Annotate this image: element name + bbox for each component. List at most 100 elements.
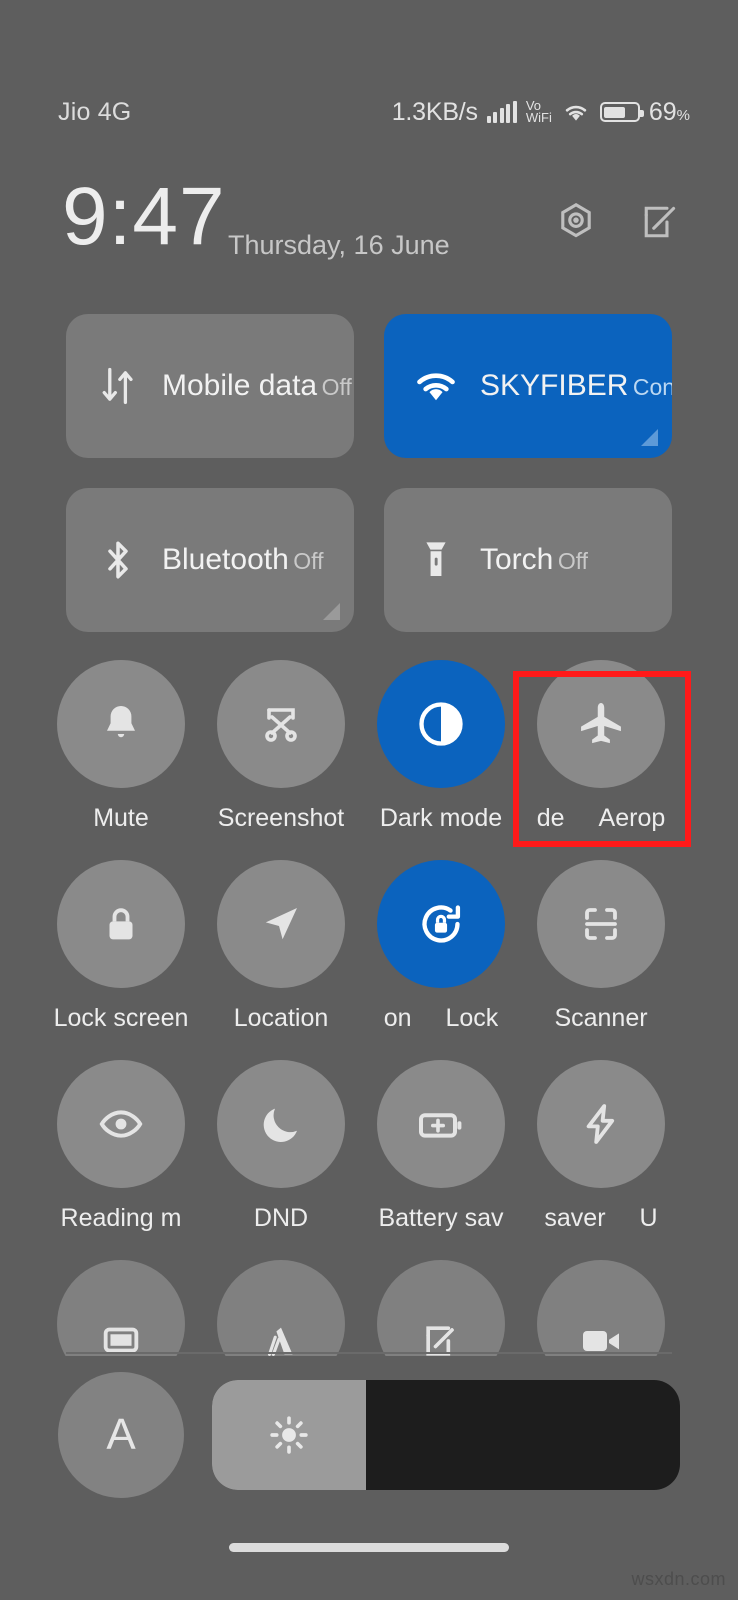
screenshot-scissors-icon (217, 660, 345, 788)
mute-label: Mute (93, 804, 149, 832)
tile-expand-corner[interactable] (323, 603, 340, 620)
rotation-lock-label-left: on (383, 1004, 412, 1032)
bell-icon (57, 660, 185, 788)
dnd-moon-icon (217, 1060, 345, 1188)
battery-icon (599, 102, 644, 122)
big-tile-row-2: Bluetooth Off Torch Off (66, 488, 672, 632)
torch-tile[interactable]: Torch Off (384, 488, 672, 632)
date-label: Thursday, 16 June (228, 230, 450, 260)
dnd-label: DND (253, 1204, 309, 1232)
big-tile-row-1: Mobile data Off SKYFIBER Connected (66, 314, 672, 458)
battery-saver-icon (377, 1060, 505, 1188)
network-speed-label: 1.3KB/s (391, 97, 478, 126)
rotation-lock-icon (377, 860, 505, 988)
aeroplane-label-left: de (536, 804, 565, 832)
mi-drive-toggle[interactable] (198, 1260, 364, 1356)
cast-screen-toggle[interactable] (38, 1260, 204, 1356)
screenshot-toggle[interactable]: Screenshot (198, 660, 364, 833)
notes-icon (377, 1260, 505, 1356)
brightness-row: A (58, 1372, 680, 1498)
wifi-tile[interactable]: SKYFIBER Connected (384, 314, 672, 458)
screen-recorder-icon (537, 1260, 665, 1356)
ultra-battery-saver-labels: saver U (544, 1204, 657, 1233)
rotation-lock-label-right: Lock (445, 1004, 499, 1032)
aeroplane-mode-toggle[interactable]: de Aerop (518, 660, 684, 833)
brightness-slider-fill (212, 1380, 367, 1490)
torch-icon (410, 536, 462, 584)
mobile-data-icon (92, 363, 144, 409)
bluetooth-tile[interactable]: Bluetooth Off (66, 488, 354, 632)
volte-bottom-label: WiFi (525, 110, 552, 125)
status-bar: Jio 4G 1.3KB/s Vo WiFi 69% (0, 88, 738, 136)
mobile-data-name: Mobile data (162, 368, 318, 402)
aeroplane-labels: de Aerop (537, 804, 666, 833)
location-arrow-icon (217, 860, 345, 988)
mute-toggle[interactable]: Mute (38, 660, 204, 833)
lock-screen-icon (57, 860, 185, 988)
wifi-ssid: SKYFIBER (480, 368, 629, 402)
reading-mode-eye-icon (57, 1060, 185, 1188)
scanner-label: Scanner (554, 1004, 648, 1032)
notes-toggle[interactable] (358, 1260, 524, 1356)
ultra-battery-saver-icon (537, 1060, 665, 1188)
dnd-toggle[interactable]: DND (198, 1060, 364, 1233)
clock-label: 9:47 (62, 171, 226, 262)
toggle-row-2: Lock screen Location on Lock Scanner (0, 860, 738, 1060)
dark-mode-label: Dark mode (379, 804, 503, 832)
mi-drive-icon (217, 1260, 345, 1356)
battery-percent-label: 69% (648, 97, 690, 126)
bluetooth-status: Off (293, 547, 324, 574)
lock-screen-toggle[interactable]: Lock screen (38, 860, 204, 1033)
toggle-row-4-partial (0, 1260, 738, 1356)
screen-recorder-toggle[interactable] (518, 1260, 684, 1356)
dark-mode-toggle[interactable]: Dark mode (358, 660, 524, 833)
location-label: Location (233, 1004, 329, 1032)
toggle-grid: Mute Screenshot Dark mode de Aerop Lock … (0, 660, 738, 1360)
reading-mode-label: Reading m (60, 1204, 182, 1232)
ultra-saver-label-left: saver (544, 1204, 606, 1232)
wifi-icon (561, 100, 591, 124)
wifi-status: Connected (632, 373, 672, 400)
status-icons-group: 1.3KB/s Vo WiFi 69% (392, 98, 690, 127)
aeroplane-icon (537, 660, 665, 788)
quick-settings-panel: Jio 4G 1.3KB/s Vo WiFi 69% 9:47 Thursday… (0, 0, 738, 1600)
tile-expand-corner[interactable] (641, 429, 658, 446)
wifi-icon (410, 366, 462, 406)
rotation-lock-labels: on Lock (384, 1004, 499, 1033)
aeroplane-label-right: Aerop (598, 804, 666, 832)
screenshot-label: Screenshot (217, 804, 345, 832)
bluetooth-name: Bluetooth (162, 542, 289, 576)
location-toggle[interactable]: Location (198, 860, 364, 1033)
torch-status: Off (557, 547, 589, 574)
cast-screen-icon (57, 1260, 185, 1356)
dark-mode-contrast-icon (377, 660, 505, 788)
toggle-row-1: Mute Screenshot Dark mode de Aerop (0, 660, 738, 860)
settings-gear-icon[interactable] (554, 200, 598, 244)
reading-mode-toggle[interactable]: Reading m (38, 1060, 204, 1233)
mobile-data-status: Off (321, 373, 352, 400)
scanner-icon (537, 860, 665, 988)
brightness-sun-icon (266, 1412, 312, 1458)
ultra-battery-saver-toggle[interactable]: saver U (518, 1060, 684, 1233)
volte-wifi-icon: Vo WiFi (525, 98, 552, 125)
rotation-lock-toggle[interactable]: on Lock (358, 860, 524, 1033)
bluetooth-icon (92, 536, 144, 584)
toggle-row-3: Reading m DND Battery sav saver U (0, 1060, 738, 1260)
torch-name: Torch (480, 542, 554, 576)
brightness-slider[interactable] (212, 1380, 680, 1490)
home-indicator[interactable] (229, 1543, 509, 1552)
ultra-saver-label-right: U (639, 1204, 658, 1232)
battery-saver-label: Battery sav (378, 1204, 504, 1232)
edit-pencil-icon[interactable] (638, 200, 682, 244)
header-icons (554, 200, 682, 244)
scanner-toggle[interactable]: Scanner (518, 860, 684, 1033)
watermark-label: wsxdn.com (631, 1569, 726, 1589)
carrier-label: Jio 4G (58, 97, 132, 126)
lock-screen-label: Lock screen (53, 1004, 189, 1032)
battery-saver-toggle[interactable]: Battery sav (358, 1060, 524, 1233)
signal-bars-icon (486, 101, 517, 123)
panel-edge-divider (66, 1352, 672, 1354)
auto-brightness-button[interactable]: A (58, 1372, 184, 1498)
panel-header: 9:47 Thursday, 16 June (0, 176, 738, 278)
mobile-data-tile[interactable]: Mobile data Off (66, 314, 354, 458)
